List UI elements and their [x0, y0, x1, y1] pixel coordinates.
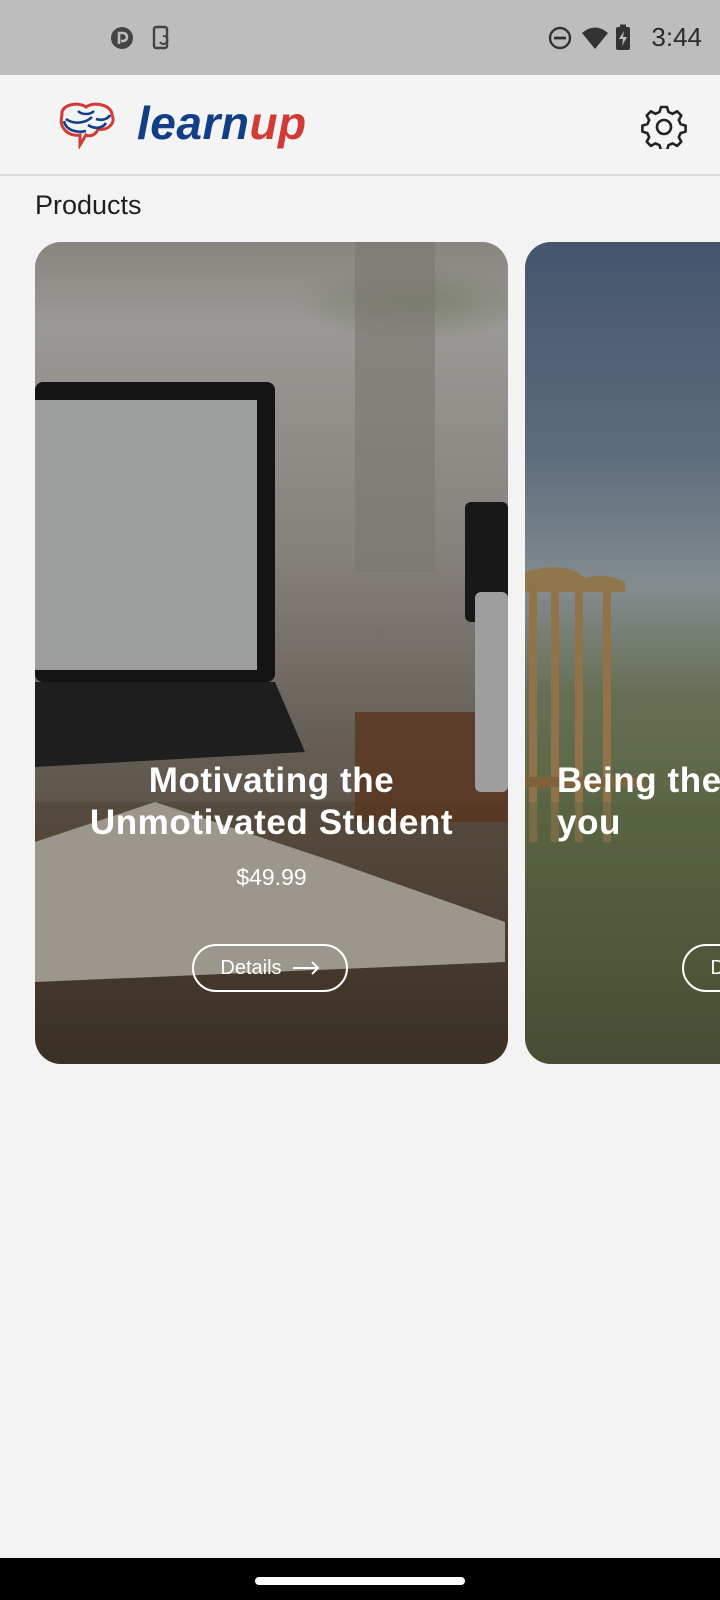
pocket-casts-icon — [108, 24, 136, 52]
wifi-icon — [580, 24, 608, 52]
product-title: Being the you — [557, 761, 720, 842]
products-carousel[interactable]: Motivating the Unmotivated Student $49.9… — [0, 242, 720, 1065]
logo-learn: learn — [137, 97, 250, 149]
card-overlay — [525, 242, 720, 1064]
app-bar: learnup — [0, 75, 720, 176]
logo-up: up — [249, 97, 307, 149]
product-title: Motivating the Unmotivated Student — [89, 761, 454, 842]
do-not-disturb-icon — [546, 24, 574, 52]
product-card[interactable]: Being the you Details — [525, 242, 720, 1064]
details-label: Details — [220, 956, 282, 979]
clock: 3:44 — [651, 22, 702, 52]
app-logo-text: learnup — [137, 95, 307, 151]
home-gesture-handle[interactable] — [255, 1577, 465, 1585]
settings-button[interactable] — [640, 101, 688, 152]
gear-icon — [641, 105, 687, 152]
details-label: Details — [710, 956, 720, 979]
brain-logo-icon — [56, 101, 118, 151]
battery-charging-icon — [614, 24, 642, 52]
status-bar: 3:44 — [0, 0, 720, 75]
card-overlay — [35, 242, 508, 1064]
product-card[interactable]: Motivating the Unmotivated Student $49.9… — [35, 242, 508, 1064]
screen-rotate-icon — [148, 24, 176, 52]
arrow-right-icon — [292, 961, 319, 975]
navigation-bar — [0, 1558, 720, 1600]
products-title: Products — [35, 190, 142, 220]
product-price: $49.99 — [236, 864, 307, 890]
details-button[interactable]: Details — [192, 944, 348, 992]
